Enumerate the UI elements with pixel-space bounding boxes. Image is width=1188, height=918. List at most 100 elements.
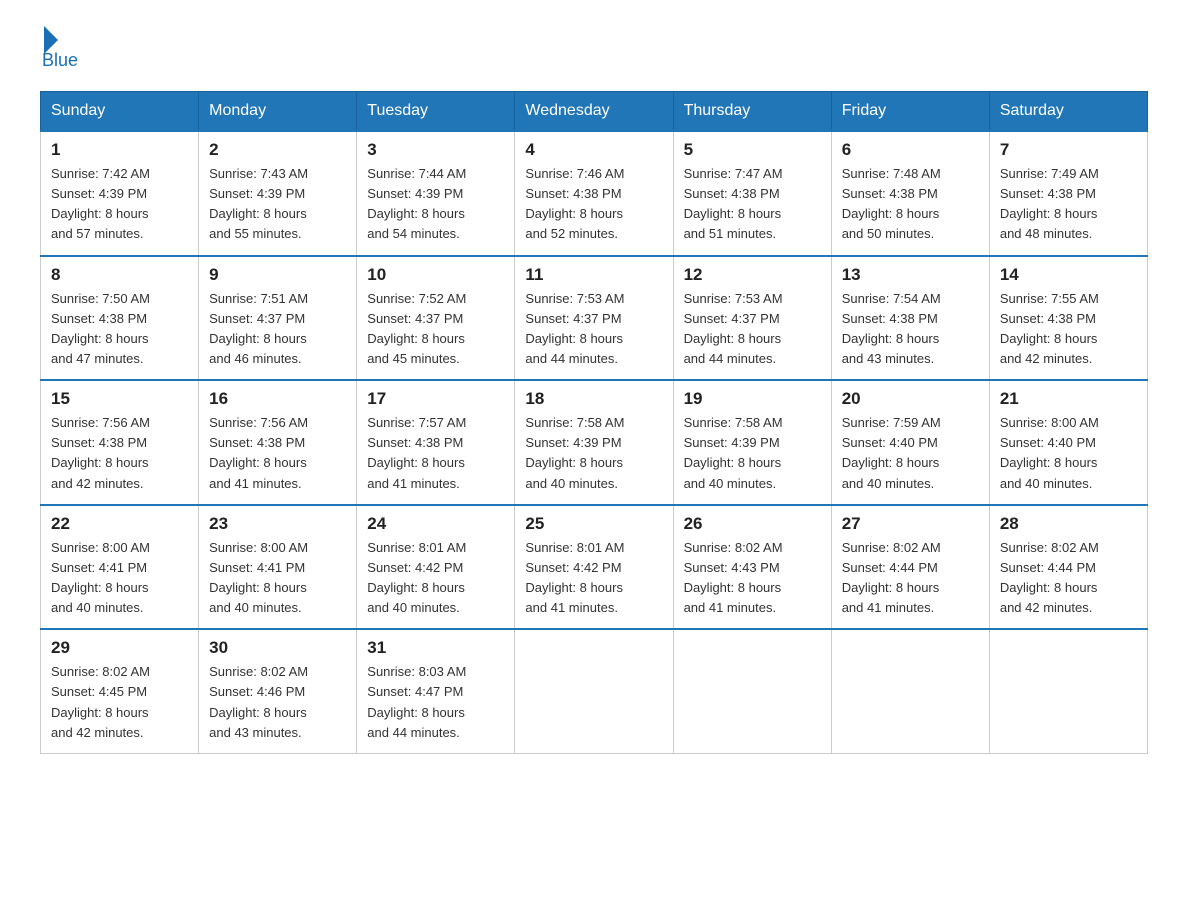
- day-number: 2: [209, 140, 346, 160]
- day-number: 28: [1000, 514, 1137, 534]
- calendar-week-row: 29 Sunrise: 8:02 AMSunset: 4:45 PMDaylig…: [41, 629, 1148, 753]
- calendar-table: Sunday Monday Tuesday Wednesday Thursday…: [40, 91, 1148, 754]
- table-row: 6 Sunrise: 7:48 AMSunset: 4:38 PMDayligh…: [831, 131, 989, 256]
- day-number: 13: [842, 265, 979, 285]
- table-row: 20 Sunrise: 7:59 AMSunset: 4:40 PMDaylig…: [831, 380, 989, 505]
- day-info: Sunrise: 8:00 AMSunset: 4:41 PMDaylight:…: [51, 538, 188, 619]
- table-row: 17 Sunrise: 7:57 AMSunset: 4:38 PMDaylig…: [357, 380, 515, 505]
- table-row: 7 Sunrise: 7:49 AMSunset: 4:38 PMDayligh…: [989, 131, 1147, 256]
- table-row: 21 Sunrise: 8:00 AMSunset: 4:40 PMDaylig…: [989, 380, 1147, 505]
- table-row: 22 Sunrise: 8:00 AMSunset: 4:41 PMDaylig…: [41, 505, 199, 630]
- day-info: Sunrise: 8:00 AMSunset: 4:41 PMDaylight:…: [209, 538, 346, 619]
- logo: Blue: [40, 30, 78, 71]
- header-wednesday: Wednesday: [515, 92, 673, 132]
- table-row: 11 Sunrise: 7:53 AMSunset: 4:37 PMDaylig…: [515, 256, 673, 381]
- day-number: 24: [367, 514, 504, 534]
- logo-subtitle: Blue: [42, 50, 78, 71]
- day-number: 10: [367, 265, 504, 285]
- day-number: 31: [367, 638, 504, 658]
- day-info: Sunrise: 7:56 AMSunset: 4:38 PMDaylight:…: [209, 413, 346, 494]
- header-friday: Friday: [831, 92, 989, 132]
- day-number: 15: [51, 389, 188, 409]
- table-row: 14 Sunrise: 7:55 AMSunset: 4:38 PMDaylig…: [989, 256, 1147, 381]
- day-number: 25: [525, 514, 662, 534]
- table-row: 24 Sunrise: 8:01 AMSunset: 4:42 PMDaylig…: [357, 505, 515, 630]
- table-row: [989, 629, 1147, 753]
- calendar-week-row: 22 Sunrise: 8:00 AMSunset: 4:41 PMDaylig…: [41, 505, 1148, 630]
- day-number: 8: [51, 265, 188, 285]
- day-info: Sunrise: 7:52 AMSunset: 4:37 PMDaylight:…: [367, 289, 504, 370]
- day-number: 5: [684, 140, 821, 160]
- table-row: 3 Sunrise: 7:44 AMSunset: 4:39 PMDayligh…: [357, 131, 515, 256]
- day-number: 23: [209, 514, 346, 534]
- day-info: Sunrise: 7:54 AMSunset: 4:38 PMDaylight:…: [842, 289, 979, 370]
- table-row: 2 Sunrise: 7:43 AMSunset: 4:39 PMDayligh…: [199, 131, 357, 256]
- table-row: [673, 629, 831, 753]
- calendar-week-row: 15 Sunrise: 7:56 AMSunset: 4:38 PMDaylig…: [41, 380, 1148, 505]
- table-row: 30 Sunrise: 8:02 AMSunset: 4:46 PMDaylig…: [199, 629, 357, 753]
- day-number: 4: [525, 140, 662, 160]
- day-info: Sunrise: 7:51 AMSunset: 4:37 PMDaylight:…: [209, 289, 346, 370]
- table-row: 16 Sunrise: 7:56 AMSunset: 4:38 PMDaylig…: [199, 380, 357, 505]
- day-number: 19: [684, 389, 821, 409]
- table-row: 25 Sunrise: 8:01 AMSunset: 4:42 PMDaylig…: [515, 505, 673, 630]
- day-info: Sunrise: 7:42 AMSunset: 4:39 PMDaylight:…: [51, 164, 188, 245]
- day-number: 20: [842, 389, 979, 409]
- table-row: 1 Sunrise: 7:42 AMSunset: 4:39 PMDayligh…: [41, 131, 199, 256]
- table-row: 31 Sunrise: 8:03 AMSunset: 4:47 PMDaylig…: [357, 629, 515, 753]
- table-row: 10 Sunrise: 7:52 AMSunset: 4:37 PMDaylig…: [357, 256, 515, 381]
- table-row: [831, 629, 989, 753]
- day-info: Sunrise: 8:03 AMSunset: 4:47 PMDaylight:…: [367, 662, 504, 743]
- day-number: 16: [209, 389, 346, 409]
- day-number: 3: [367, 140, 504, 160]
- table-row: 18 Sunrise: 7:58 AMSunset: 4:39 PMDaylig…: [515, 380, 673, 505]
- day-info: Sunrise: 8:02 AMSunset: 4:46 PMDaylight:…: [209, 662, 346, 743]
- header-tuesday: Tuesday: [357, 92, 515, 132]
- day-number: 11: [525, 265, 662, 285]
- day-info: Sunrise: 7:53 AMSunset: 4:37 PMDaylight:…: [525, 289, 662, 370]
- day-number: 1: [51, 140, 188, 160]
- day-number: 18: [525, 389, 662, 409]
- table-row: 28 Sunrise: 8:02 AMSunset: 4:44 PMDaylig…: [989, 505, 1147, 630]
- day-info: Sunrise: 7:44 AMSunset: 4:39 PMDaylight:…: [367, 164, 504, 245]
- day-number: 7: [1000, 140, 1137, 160]
- day-info: Sunrise: 7:55 AMSunset: 4:38 PMDaylight:…: [1000, 289, 1137, 370]
- table-row: 19 Sunrise: 7:58 AMSunset: 4:39 PMDaylig…: [673, 380, 831, 505]
- table-row: 8 Sunrise: 7:50 AMSunset: 4:38 PMDayligh…: [41, 256, 199, 381]
- table-row: 29 Sunrise: 8:02 AMSunset: 4:45 PMDaylig…: [41, 629, 199, 753]
- day-info: Sunrise: 8:01 AMSunset: 4:42 PMDaylight:…: [525, 538, 662, 619]
- day-info: Sunrise: 8:01 AMSunset: 4:42 PMDaylight:…: [367, 538, 504, 619]
- day-number: 26: [684, 514, 821, 534]
- day-info: Sunrise: 7:49 AMSunset: 4:38 PMDaylight:…: [1000, 164, 1137, 245]
- day-number: 17: [367, 389, 504, 409]
- header-thursday: Thursday: [673, 92, 831, 132]
- day-info: Sunrise: 7:56 AMSunset: 4:38 PMDaylight:…: [51, 413, 188, 494]
- table-row: 23 Sunrise: 8:00 AMSunset: 4:41 PMDaylig…: [199, 505, 357, 630]
- table-row: 15 Sunrise: 7:56 AMSunset: 4:38 PMDaylig…: [41, 380, 199, 505]
- day-info: Sunrise: 7:58 AMSunset: 4:39 PMDaylight:…: [684, 413, 821, 494]
- day-number: 21: [1000, 389, 1137, 409]
- day-number: 14: [1000, 265, 1137, 285]
- header-saturday: Saturday: [989, 92, 1147, 132]
- day-info: Sunrise: 7:50 AMSunset: 4:38 PMDaylight:…: [51, 289, 188, 370]
- day-info: Sunrise: 7:53 AMSunset: 4:37 PMDaylight:…: [684, 289, 821, 370]
- day-info: Sunrise: 7:59 AMSunset: 4:40 PMDaylight:…: [842, 413, 979, 494]
- header-monday: Monday: [199, 92, 357, 132]
- day-info: Sunrise: 8:02 AMSunset: 4:44 PMDaylight:…: [1000, 538, 1137, 619]
- day-info: Sunrise: 7:48 AMSunset: 4:38 PMDaylight:…: [842, 164, 979, 245]
- table-row: [515, 629, 673, 753]
- day-number: 22: [51, 514, 188, 534]
- day-info: Sunrise: 7:57 AMSunset: 4:38 PMDaylight:…: [367, 413, 504, 494]
- day-number: 29: [51, 638, 188, 658]
- day-info: Sunrise: 8:02 AMSunset: 4:43 PMDaylight:…: [684, 538, 821, 619]
- page-header: Blue: [40, 30, 1148, 71]
- table-row: 27 Sunrise: 8:02 AMSunset: 4:44 PMDaylig…: [831, 505, 989, 630]
- header-sunday: Sunday: [41, 92, 199, 132]
- day-number: 27: [842, 514, 979, 534]
- table-row: 13 Sunrise: 7:54 AMSunset: 4:38 PMDaylig…: [831, 256, 989, 381]
- day-number: 6: [842, 140, 979, 160]
- table-row: 5 Sunrise: 7:47 AMSunset: 4:38 PMDayligh…: [673, 131, 831, 256]
- day-info: Sunrise: 7:43 AMSunset: 4:39 PMDaylight:…: [209, 164, 346, 245]
- day-info: Sunrise: 7:47 AMSunset: 4:38 PMDaylight:…: [684, 164, 821, 245]
- day-info: Sunrise: 7:46 AMSunset: 4:38 PMDaylight:…: [525, 164, 662, 245]
